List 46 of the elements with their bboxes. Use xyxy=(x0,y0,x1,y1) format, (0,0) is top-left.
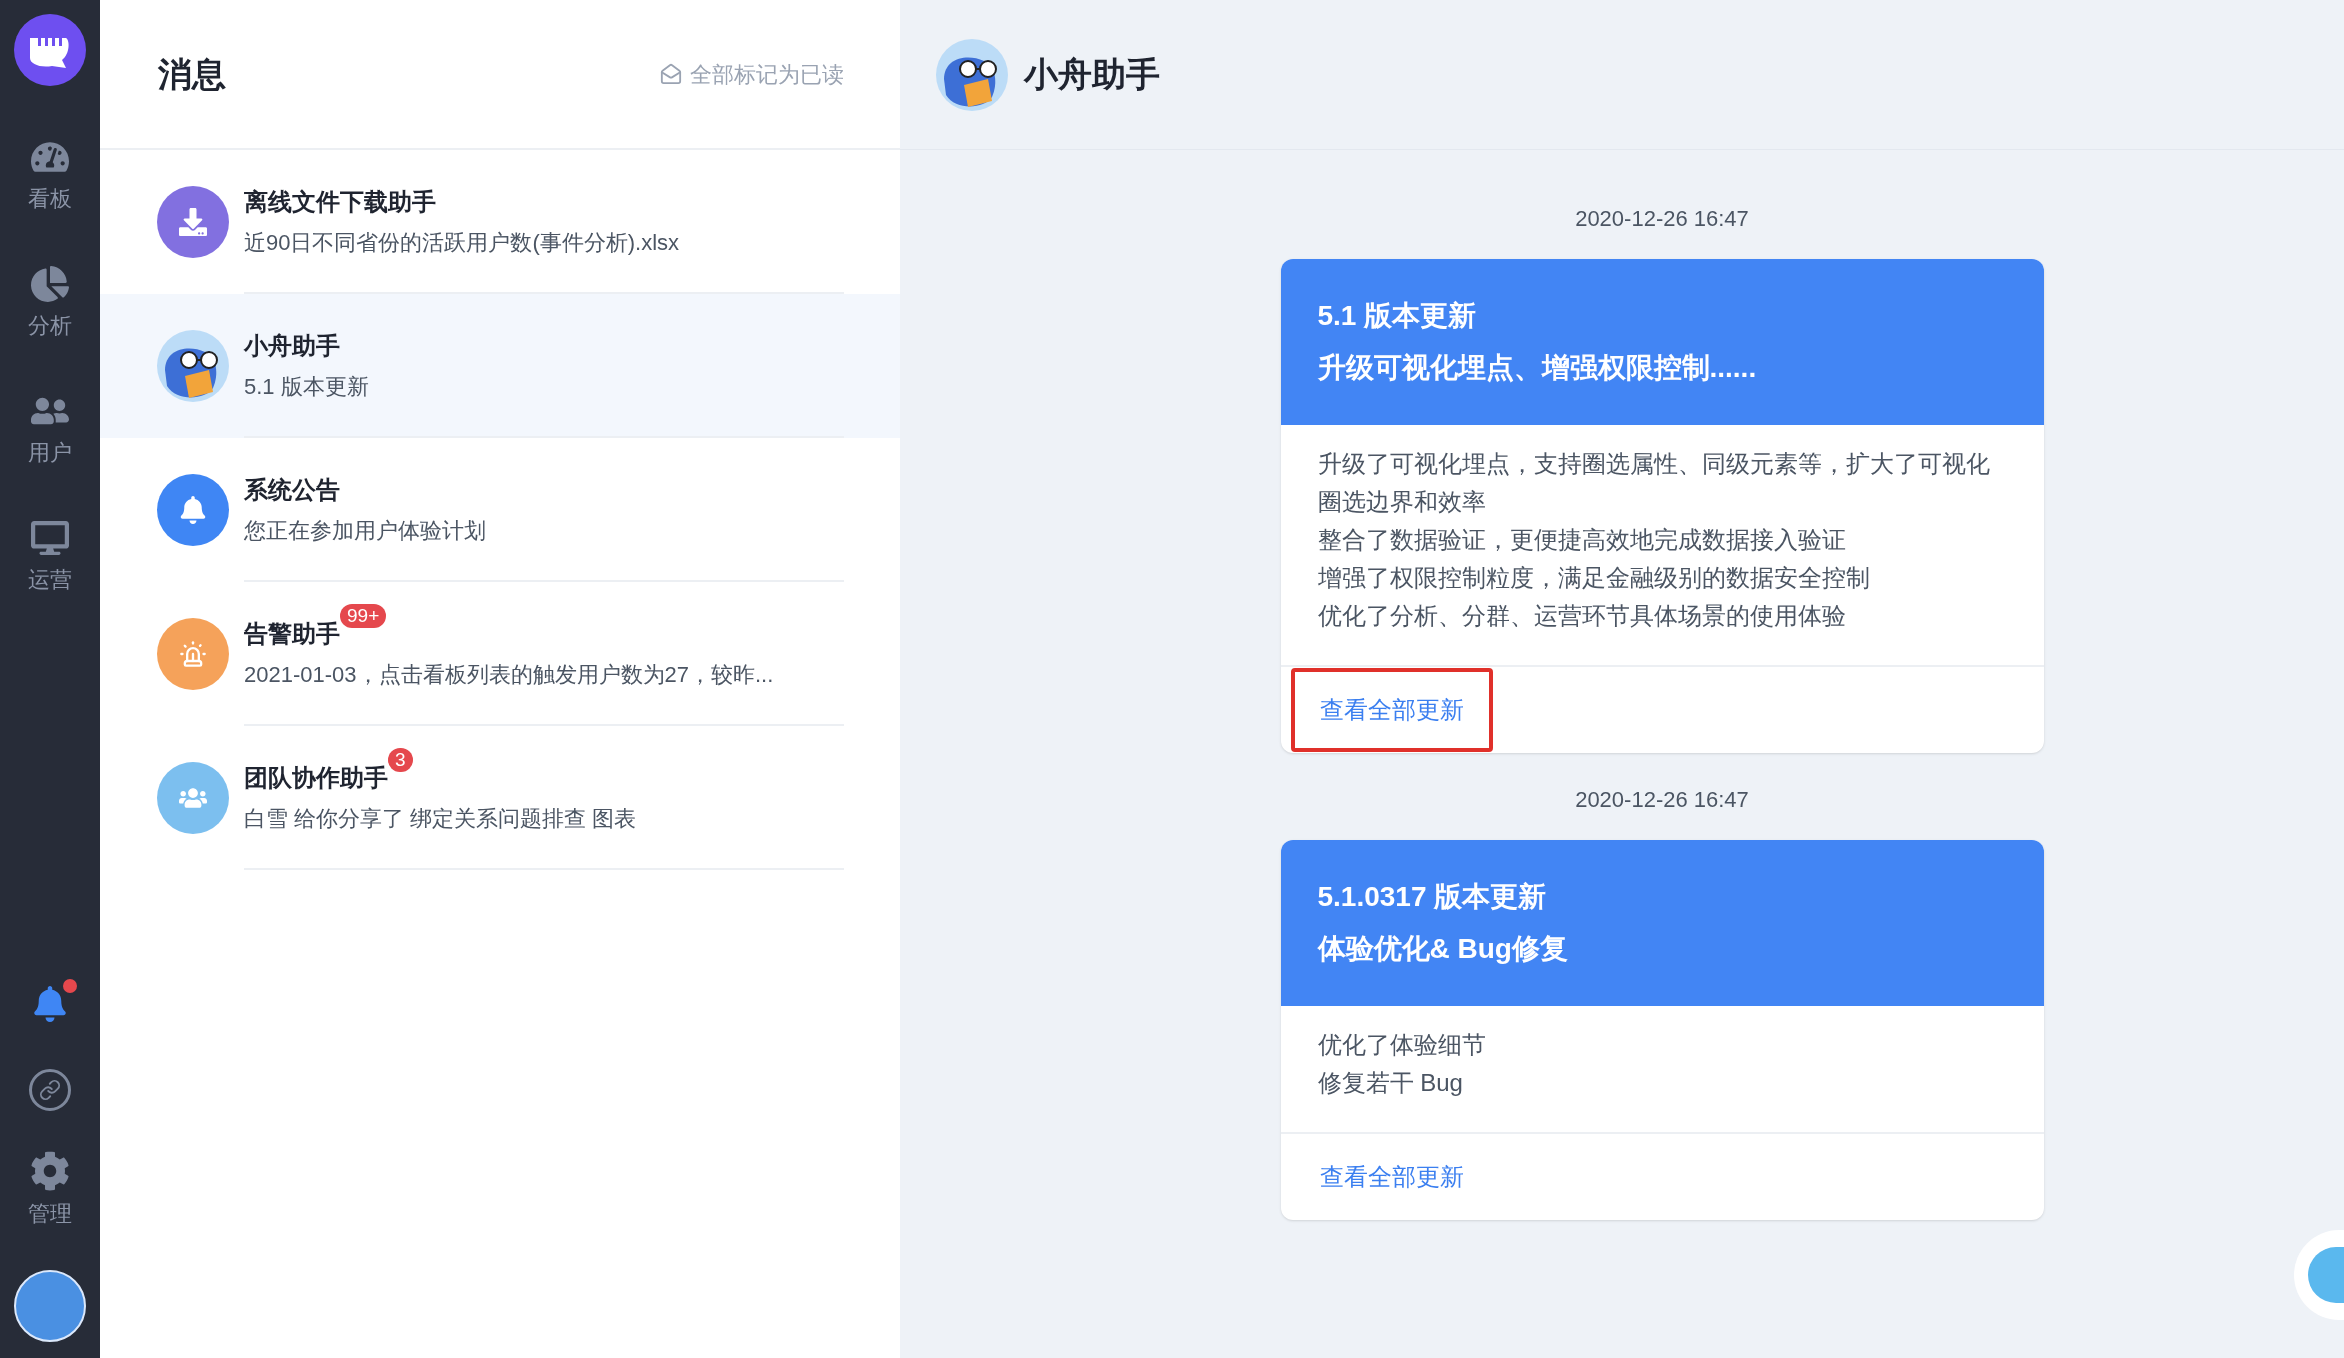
mascot-avatar xyxy=(157,330,229,402)
update-note: 优化了体验细节 xyxy=(1317,1030,1487,1060)
update-note: 升级了可视化埋点，支持圈选属性、同级元素等，扩大了可视化圈选边界和效率 xyxy=(1317,449,1991,517)
update-note: 优化了分析、分群、运营环节具体场景的使用体验 xyxy=(1317,601,1847,631)
update-note: 整合了数据验证，更便捷高效地完成数据接入验证 xyxy=(1317,525,1847,555)
download-icon xyxy=(179,208,207,236)
nav-item[interactable]: 看板 xyxy=(28,138,72,215)
link-icon xyxy=(39,1079,61,1101)
unread-count-badge: 99+ xyxy=(340,603,387,628)
message-timestamp: 2020-12-26 16:47 xyxy=(1575,786,1749,814)
update-note: 增强了权限控制粒度，满足金融级别的数据安全控制 xyxy=(1317,563,1871,593)
mail-icon xyxy=(660,63,682,85)
chat-title: 小舟助手 xyxy=(1024,54,1160,95)
message-title: 小舟助手 xyxy=(244,330,340,361)
update-subtitle: 体验优化& Bug修复 xyxy=(1317,932,1569,966)
message-preview: 5.1 版本更新 xyxy=(244,372,370,401)
update-title: 5.1.0317 版本更新 xyxy=(1317,880,1548,914)
update-subtitle: 升级可视化埋点、增强权限控制...... xyxy=(1317,351,1758,385)
nav-item[interactable]: 用户 xyxy=(28,392,72,469)
settings-icon xyxy=(30,1151,70,1191)
pie-chart-icon xyxy=(31,265,69,303)
monitor-icon xyxy=(31,519,69,557)
nav-item[interactable]: 运营 xyxy=(28,519,72,596)
bell-icon xyxy=(179,496,207,524)
message-preview: 近90日不同省份的活跃用户数(事件分析).xlsx xyxy=(244,228,681,257)
message-preview: 白雪 给你分享了 绑定关系问题排查 图表 xyxy=(244,804,638,833)
message-title: 团队协作助手 xyxy=(244,762,388,793)
mark-all-read-button[interactable]: 全部标记为已读 xyxy=(660,57,844,91)
view-all-updates-link[interactable]: 查看全部更新 xyxy=(1319,1163,1464,1190)
message-title: 系统公告 xyxy=(244,474,340,505)
update-title: 5.1 版本更新 xyxy=(1317,299,1478,333)
panel-title: 消息 xyxy=(158,53,226,95)
nav-item[interactable]: 管理 xyxy=(28,1151,72,1230)
nav-item[interactable]: 分析 xyxy=(28,265,72,342)
message-preview: 2021-01-03，点击看板列表的触发用户数为27，较昨... xyxy=(244,660,775,689)
message-timestamp: 2020-12-26 16:47 xyxy=(1575,205,1749,233)
message-title: 离线文件下载助手 xyxy=(244,186,436,217)
view-all-updates-link[interactable]: 查看全部更新 xyxy=(1319,696,1464,723)
message-title: 告警助手 xyxy=(244,618,340,649)
message-item[interactable]: 小舟助手 5.1 版本更新 xyxy=(100,294,900,438)
link-button[interactable] xyxy=(29,1069,71,1111)
bell-icon xyxy=(32,986,68,1022)
siren-icon xyxy=(179,640,207,668)
update-note: 修复若干 Bug xyxy=(1317,1068,1464,1098)
unread-count-badge: 3 xyxy=(388,747,413,772)
message-preview: 您正在参加用户体验计划 xyxy=(244,516,487,545)
